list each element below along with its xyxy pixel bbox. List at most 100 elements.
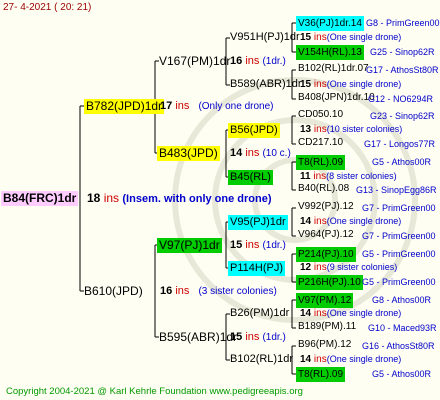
l2-ins-text-4: ins [245,331,260,343]
l3-note-7: (One single drone) [326,308,402,318]
leaf-code-5: G23 - Sinop62R [370,111,435,121]
l3-ins-text-5: ins [313,216,327,227]
leaf-code-13: G8 - Athos00R [372,295,432,305]
l3-note-6: (9 sister colonies) [326,262,398,272]
l2-queen-2[interactable]: B483(JPD) [157,146,220,161]
leaf-12[interactable]: P216H(PJ).10 [296,275,363,290]
leaf-6[interactable]: CD217.10 [298,137,343,148]
leaf-2[interactable]: V154H(RL).13 [296,45,364,60]
leaf-4[interactable]: B408(JPN)1dr.10 [298,92,375,103]
leaf-11[interactable]: P214(PJ).10 [296,247,356,262]
l3-queen-4[interactable]: B45(RL) [228,170,273,185]
l3-info-2: 15 ins(One single drone) [300,79,401,90]
root-ins-text: ins [103,191,120,205]
l1-queen-1[interactable]: B782(JPD)1dr [84,99,165,114]
l1-note-1: (Only one drone) [198,101,274,112]
l1-ins-text-1: ins [175,100,190,112]
leaf-14[interactable]: B189(PM).11 [298,321,356,332]
leaf-13[interactable]: V97(PM).12 [296,293,354,308]
leaf-5[interactable]: CD050.10 [298,109,343,120]
l3-note-3: (10 sister colonies) [326,124,403,134]
l2-ins-num-1: 16 [230,55,243,67]
l3-queen-7[interactable]: B26(PM)1dr [230,307,289,319]
l1-note-2: (3 sister colonies) [198,286,277,297]
leaf-code-15: G16 - AthosSt80R [362,341,435,351]
leaf-code-7: G5 - Athos00R [372,157,432,167]
l3-ins-text-4: ins [313,171,327,182]
l3-queen-1[interactable]: V951H(PJ)1dr [230,31,300,43]
leaf-8[interactable]: B40(RL).08 [298,183,349,194]
date-stamp: 27- 4-2021 ( 20: 21) [3,2,92,13]
l3-ins-text-2: ins [313,79,327,90]
l2-queen-4[interactable]: B595(ABR)1dr [159,330,237,344]
leaf-3[interactable]: B102(RL)1dr.07 [298,63,369,74]
l1-info-2: 16 ins (3 sister colonies) [160,285,277,297]
l2-info-1: 16 ins (1dr.) [230,55,286,67]
root-note: (Insem. with only one drone) [122,193,272,205]
l3-info-8: 14 ins(One single drone) [300,354,401,365]
root-ins-num: 18 [87,191,101,205]
l3-ins-num-1: 15 [300,32,312,43]
l3-ins-text-1: ins [313,32,327,43]
l1-ins-num-1: 17 [160,100,173,112]
l3-queen-5[interactable]: V95(PJ)1dr [228,215,288,230]
l1-info-1: 17 ins (Only one drone) [160,100,273,112]
l3-info-1: 15 ins(One single drone) [300,32,401,43]
root-queen[interactable]: B84(FRC)1dr [1,191,79,206]
l2-queen-3[interactable]: V97(PJ)1dr [157,238,222,253]
leaf-code-4: G12 - NO6294R [368,94,434,104]
l3-queen-3[interactable]: B56(JPD) [228,123,280,138]
leaf-9[interactable]: V992(PJ).12 [298,201,354,212]
l3-info-6: 12 ins(9 sister colonies) [300,262,397,273]
l2-ins-text-2: ins [245,147,260,159]
l1-queen-2[interactable]: B610(JPD) [84,284,143,298]
l3-ins-num-6: 12 [300,262,312,273]
leaf-code-3: G17 - AthosSt80R [366,65,439,75]
l2-ins-num-3: 15 [230,239,243,251]
root-insem-info: 18 ins (Insem. with only one drone) [87,191,272,205]
l3-info-5: 14 ins(One single drone) [300,216,401,227]
l3-note-1: (One single drone) [326,32,402,42]
l3-ins-text-6: ins [313,262,327,273]
l3-info-4: 11 ins(8 sister colonies) [300,171,397,182]
l2-ins-text-1: ins [245,55,260,67]
l3-queen-8[interactable]: B102(RL)1dr [230,353,293,365]
l1-ins-num-2: 16 [160,285,173,297]
l2-ins-text-3: ins [245,239,260,251]
leaf-code-16: G5 - Athos00R [372,369,432,379]
l3-ins-num-2: 15 [300,79,312,90]
l3-ins-text-7: ins [313,308,327,319]
copyright-footer: Copyright 2004-2021 @ Karl Kehrle Founda… [6,386,303,397]
l2-ins-num-4: 15 [230,331,243,343]
leaf-code-8: G13 - SinopEgg86R [356,185,437,195]
l3-ins-text-8: ins [313,354,327,365]
l2-queen-1[interactable]: V167(PM)1dr [159,54,230,68]
l3-ins-num-8: 14 [300,354,312,365]
l2-note-1: (1dr.) [262,56,286,67]
l3-note-5: (One single drone) [326,216,402,226]
l3-ins-text-3: ins [313,124,327,135]
l3-queen-6[interactable]: P114H(PJ) [228,261,285,276]
l2-info-3: 15 ins (1dr.) [230,239,286,251]
leaf-7[interactable]: T8(RL).09 [296,155,346,170]
leaf-10[interactable]: V964(PJ).12 [298,229,354,240]
l3-ins-num-7: 14 [300,308,312,319]
l2-info-2: 14 ins (10 c.) [230,147,291,159]
leaf-code-11: G5 - PrimGreen00 [362,249,436,259]
l3-info-3: 13 ins(10 sister colonies) [300,124,402,135]
l2-note-4: (1dr.) [262,332,286,343]
l2-note-3: (1dr.) [262,240,286,251]
l3-note-4: (8 sister colonies) [326,171,397,181]
l3-ins-num-4: 11 [300,171,311,182]
leaf-1[interactable]: V36(PJ)1dr.14 [296,16,364,31]
l2-info-4: 15 ins (1dr.) [230,331,286,343]
leaf-16[interactable]: T8(RL).09 [296,367,346,382]
leaf-code-9: G7 - PrimGreen00 [362,203,436,213]
leaf-15[interactable]: B96(PM).12 [298,339,351,350]
l2-note-2: (10 c.) [262,148,291,159]
leaf-code-10: G7 - PrimGreen00 [362,231,436,241]
l3-ins-num-3: 13 [300,124,312,135]
l3-note-8: (One single drone) [326,354,402,364]
l3-queen-2[interactable]: B589(ABR)1dr [230,78,302,90]
leaf-code-1: G8 - PrimGreen00 [366,18,440,28]
